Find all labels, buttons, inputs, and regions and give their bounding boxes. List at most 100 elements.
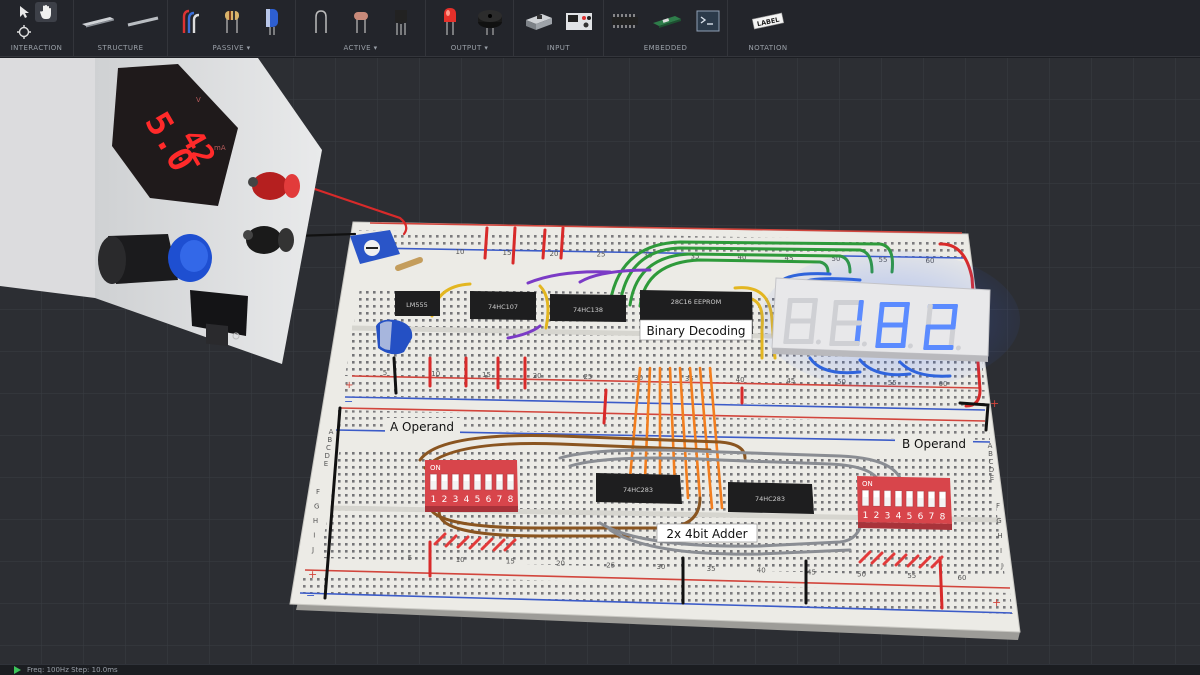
label-b-operand[interactable]: B Operand [895,435,973,451]
ic-74hc283-1[interactable]: 74HC283 [596,473,682,504]
row-letter: E [324,460,328,468]
dip-switch-on-label: ON [430,464,441,472]
column-number: 50 [857,570,866,578]
seven-segment-display[interactable] [760,250,1020,390]
column-number: 55 [907,572,916,580]
dip-switch-number: 3 [453,495,459,505]
toolbar-label-interaction: INTERACTION [10,44,63,52]
toolbar-label-active: ACTIVE ▾ [343,44,378,52]
ic-chip-icon[interactable] [609,4,641,38]
label-binary-decoding[interactable]: Binary Decoding [639,319,753,341]
row-letter: C [989,458,994,466]
dip-switch-a[interactable]: ON 12345678 [425,460,518,512]
dip-switch-toggle-slider [907,491,912,498]
dip-switch-toggle-slider [453,475,458,481]
toolbar-group-embedded: EMBEDDED [604,0,728,57]
column-number: 25 [606,561,615,569]
status-bar: Freq: 100Hz Step: 10.0ms [0,664,1200,675]
column-number: 45 [786,377,795,385]
ic-74hc138[interactable]: 74HC138 [550,294,626,322]
hand-tool-icon[interactable] [34,2,57,22]
buzzer-icon[interactable] [475,4,505,38]
breadboard-icon[interactable] [80,4,116,38]
wire-bundle-icon[interactable] [177,4,207,38]
toolbar-group-input: INPUT [514,0,604,57]
power-supply-icon[interactable] [564,4,594,38]
resistor-icon[interactable] [217,4,247,38]
dip-switch-toggle-slider [940,492,945,499]
dip-switch-toggle-slider [475,475,480,481]
column-number: 5 [383,369,387,377]
row-letter: F [316,488,320,496]
display-segment [925,324,956,330]
label-binary-decoding-text: Binary Decoding [646,324,745,338]
column-number: 15 [503,249,512,257]
column-number: 30 [656,563,665,571]
psu-current-unit: mA [214,144,226,152]
dip-switch-number: 6 [486,495,492,505]
row-letter: A [988,442,993,450]
switch-module-icon[interactable] [524,4,554,38]
rail-plus-label: + [990,397,999,410]
column-number: 25 [597,251,606,259]
ic-74hc283-2[interactable]: 74HC283 [728,482,814,514]
label-b-operand-text: B Operand [902,437,966,451]
dip-switch-toggle-slider [863,491,868,497]
ic-lm555[interactable]: LM555 [395,291,440,316]
label-a-operand[interactable]: A Operand [385,418,460,434]
toolbar-label-passive: PASSIVE ▾ [212,44,251,52]
dip-switch-toggle-slider [885,491,890,498]
led-icon[interactable] [435,4,465,38]
toolbar-group-output[interactable]: OUTPUT ▾ [426,0,514,57]
row-letter: I [1000,547,1002,555]
column-number: 20 [550,250,559,258]
play-icon[interactable] [14,666,21,674]
dip-switch-toggle-slider [929,492,934,499]
microcontroller-icon[interactable] [651,4,683,38]
column-number: 20 [533,372,542,380]
dip-switch-number: 4 [896,512,902,522]
label-2x-4bit-adder[interactable]: 2x 4bit Adder [656,523,758,543]
rail-plus-label: + [308,568,317,581]
dip-switch-number: 8 [940,512,946,522]
column-number: 45 [807,569,816,577]
dip-switch-toggle-slider [442,475,447,481]
column-number: 60 [958,574,967,582]
column-number: 10 [431,370,440,378]
component-toolbar: INTERACTION STRUCTURE PASSIVE ▾ ACTIVE ▾… [0,0,1200,57]
row-letter: C [326,444,331,452]
row-letter: H [997,532,1002,540]
row-letter: B [327,436,332,444]
psu-adjust-knob[interactable] [98,234,212,284]
column-number: 10 [456,556,465,564]
simulation-status-text: Freq: 100Hz Step: 10.0ms [27,665,118,674]
dip-switch-toggle-slider [486,475,491,481]
toolbar-group-structure: STRUCTURE [74,0,168,57]
toolbar-group-passive[interactable]: PASSIVE ▾ [168,0,296,57]
capacitor-icon[interactable] [257,4,287,38]
ic-74hc107[interactable]: 74HC107 [470,291,536,320]
label-tool-icon[interactable]: LABEL [750,4,786,38]
select-pointer-icon[interactable] [13,2,35,22]
diode-icon[interactable] [306,4,336,38]
crosshair-icon[interactable] [13,22,35,42]
transistor-icon[interactable] [386,4,416,38]
toolbar-group-active[interactable]: ACTIVE ▾ [296,0,426,57]
row-letter: G [314,503,319,511]
dip-switch-toggle-slider [918,492,923,498]
dip-switch-b[interactable]: ON 12345678 [857,476,952,530]
terminal-icon[interactable] [693,4,723,38]
dip-switch-toggle-slider [874,491,879,498]
dip-switch-number: 4 [464,495,470,505]
column-number: 15 [506,558,515,566]
dip-switch-number: 7 [497,495,503,505]
workspace-viewport[interactable]: + − + − + + 1015202530354045505560 51015… [0,58,1200,664]
wire-strip-icon[interactable] [126,4,162,38]
toolbar-label-embedded: EMBEDDED [643,44,688,52]
column-number: 20 [556,559,565,567]
dip-switch-toggle-slider [896,491,901,498]
display-segment [831,320,862,326]
led-dim-icon[interactable] [346,4,376,38]
workspace-scene[interactable]: + − + − + + 1015202530354045505560 51015… [0,58,1200,664]
rail-plus-label: + [345,380,353,391]
